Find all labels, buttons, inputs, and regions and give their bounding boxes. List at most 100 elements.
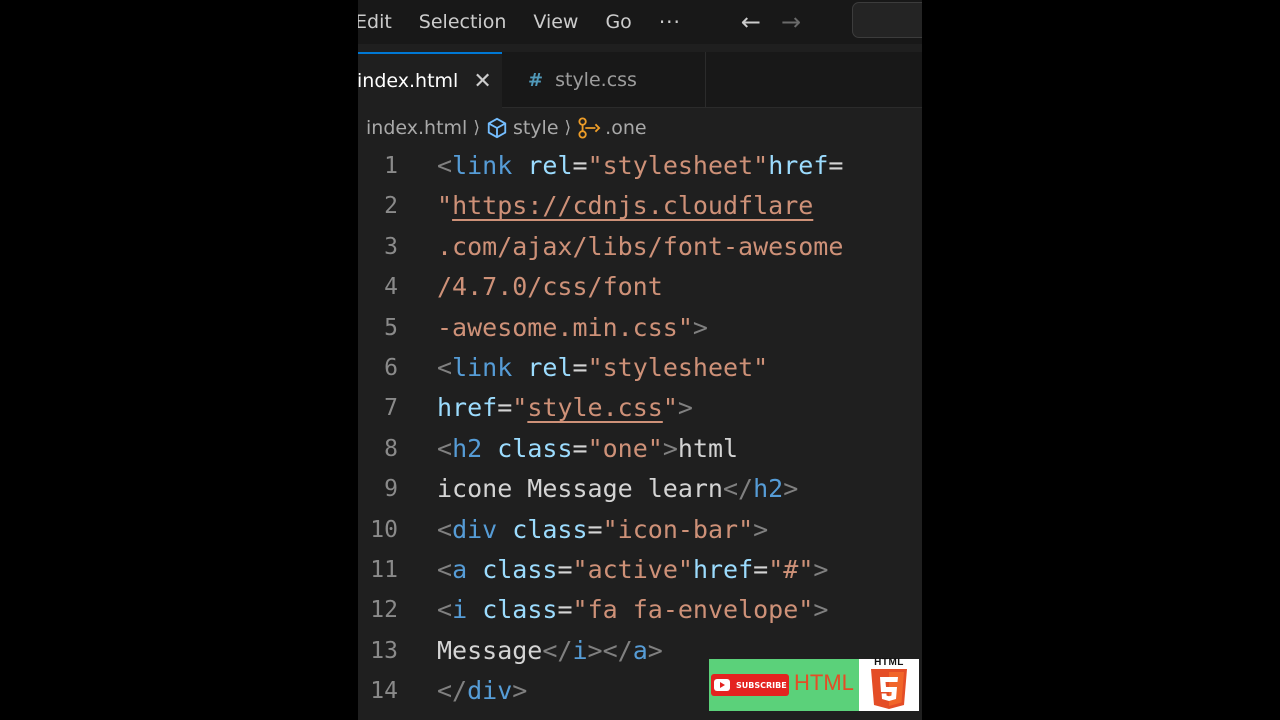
code-token: "fa fa-envelope" bbox=[572, 595, 814, 625]
code-token: > bbox=[512, 676, 528, 706]
code-token: "active" bbox=[572, 554, 693, 584]
code-token: < bbox=[437, 595, 453, 625]
breadcrumb-symbol[interactable]: style bbox=[513, 117, 559, 139]
close-icon[interactable]: ✕ bbox=[473, 69, 491, 94]
code-text[interactable]: .com/ajax/libs/font-awesome bbox=[437, 227, 843, 267]
code-line[interactable]: 7 href="style.css"> bbox=[358, 388, 922, 428]
subscribe-badge: SUBSCRIBE HTML HTML bbox=[709, 657, 919, 711]
code-token: > bbox=[783, 474, 799, 504]
code-token: href bbox=[692, 554, 754, 584]
code-text[interactable]: <link rel="stylesheet"href= bbox=[437, 146, 843, 186]
subscribe-button[interactable]: SUBSCRIBE bbox=[711, 674, 789, 696]
line-number: 5 bbox=[384, 314, 398, 341]
code-line[interactable]: 6 <link rel="stylesheet" bbox=[358, 348, 922, 388]
breadcrumb-selector[interactable]: .one bbox=[605, 117, 646, 139]
vscode-editor-window: Edit Selection View Go ··· ← → index.htm… bbox=[358, 0, 922, 720]
code-text[interactable]: /4.7.0/css/font bbox=[437, 267, 663, 307]
arrow-right-icon[interactable]: → bbox=[781, 8, 801, 36]
code-token: > bbox=[813, 554, 829, 584]
code-token: class bbox=[512, 514, 588, 544]
line-number: 8 bbox=[384, 435, 398, 462]
code-text[interactable]: <link rel="stylesheet" bbox=[437, 348, 768, 388]
breadcrumb-file[interactable]: index.html bbox=[366, 117, 467, 139]
code-token: = bbox=[753, 554, 769, 584]
code-token: href bbox=[768, 151, 829, 180]
code-token: link bbox=[452, 352, 513, 382]
code-line[interactable]: 2 "https://cdnjs.cloudflare bbox=[358, 186, 922, 226]
line-number: 3 bbox=[384, 233, 398, 260]
code-token: rel bbox=[527, 151, 573, 180]
code-token: style.css bbox=[527, 393, 663, 423]
arrow-left-icon[interactable]: ← bbox=[741, 8, 761, 36]
code-token: </ bbox=[437, 676, 468, 706]
code-token: > bbox=[662, 433, 678, 463]
code-text[interactable]: <div class="icon-bar"> bbox=[437, 510, 768, 550]
code-token: < bbox=[437, 433, 453, 463]
line-number: 12 bbox=[370, 597, 398, 624]
code-token: = bbox=[572, 433, 588, 463]
code-token: "icon-bar" bbox=[602, 514, 754, 544]
code-line[interactable]: 3 .com/ajax/libs/font-awesome bbox=[358, 227, 922, 267]
editor-tab-bar: index.html ✕ # style.css bbox=[358, 52, 922, 108]
code-token: i bbox=[572, 635, 588, 665]
line-number: 9 bbox=[384, 476, 398, 503]
menu-edit[interactable]: Edit bbox=[358, 11, 392, 33]
code-text[interactable]: href="style.css"> bbox=[437, 388, 693, 428]
menu-more-button[interactable]: ··· bbox=[659, 10, 681, 34]
command-center-search[interactable] bbox=[852, 2, 922, 38]
line-number: 13 bbox=[370, 637, 398, 664]
code-token: rel bbox=[527, 352, 573, 382]
code-text[interactable]: Message</i></a> bbox=[437, 631, 663, 671]
code-token: html bbox=[677, 433, 739, 463]
selector-icon bbox=[578, 117, 601, 139]
tab-index-html[interactable]: index.html ✕ bbox=[358, 52, 502, 108]
code-token: = bbox=[828, 151, 844, 180]
code-token: class bbox=[482, 554, 558, 584]
code-text[interactable]: icone Message learn</h2> bbox=[437, 469, 798, 509]
tab-label: index.html bbox=[358, 70, 459, 92]
code-token: > bbox=[677, 393, 693, 423]
code-line[interactable]: 12 <i class="fa fa-envelope"> bbox=[358, 590, 922, 630]
code-line[interactable]: 5 -awesome.min.css"> bbox=[358, 308, 922, 348]
breadcrumb: index.html ⟩ style ⟩ .one bbox=[366, 112, 647, 144]
tab-style-css[interactable]: # style.css bbox=[504, 52, 706, 108]
code-token: < bbox=[437, 514, 453, 544]
youtube-icon bbox=[714, 679, 730, 691]
menu-selection[interactable]: Selection bbox=[419, 11, 507, 33]
code-text[interactable]: <a class="active"href="#"> bbox=[437, 550, 828, 590]
code-line[interactable]: 4/4.7.0/css/font bbox=[358, 267, 922, 307]
code-token: /4.7.0/css/font bbox=[437, 272, 663, 302]
code-text[interactable]: <h2 class="one">html bbox=[437, 429, 738, 469]
code-token: ></ bbox=[587, 635, 633, 665]
code-text[interactable]: <i class="fa fa-envelope"> bbox=[437, 590, 828, 630]
line-number: 7 bbox=[384, 395, 398, 422]
html5-logo-word: HTML bbox=[874, 657, 904, 668]
code-text[interactable]: -awesome.min.css"> bbox=[437, 308, 708, 348]
code-token: .com/ajax/libs/font-awesome bbox=[437, 231, 844, 261]
code-area[interactable]: 1 <link rel="stylesheet"href= 2 "https://cd… bbox=[358, 146, 922, 711]
code-line[interactable]: 11 <a class="active"href="#"> bbox=[358, 550, 922, 590]
subscribe-label: SUBSCRIBE bbox=[736, 680, 787, 690]
code-token: </ bbox=[542, 635, 573, 665]
code-token: > bbox=[692, 312, 708, 342]
code-text[interactable]: "https://cdnjs.cloudflare bbox=[437, 186, 813, 226]
code-token: " bbox=[662, 393, 678, 423]
line-number: 11 bbox=[370, 556, 398, 583]
code-token: a bbox=[632, 635, 648, 665]
chevron-right-icon: ⟩ bbox=[564, 118, 572, 138]
code-token: > bbox=[753, 514, 769, 544]
code-line[interactable]: 10 <div class="icon-bar"> bbox=[358, 510, 922, 550]
menu-go[interactable]: Go bbox=[605, 11, 631, 33]
code-token: < bbox=[437, 352, 453, 382]
badge-html-text: HTML bbox=[794, 670, 854, 695]
code-line[interactable]: 8 <h2 class="one">html bbox=[358, 429, 922, 469]
menu-view[interactable]: View bbox=[533, 11, 578, 33]
code-line[interactable]: 9 icone Message learn</h2> bbox=[358, 469, 922, 509]
line-number: 14 bbox=[370, 678, 398, 705]
code-line[interactable]: 1 <link rel="stylesheet"href= bbox=[358, 146, 922, 186]
code-text[interactable]: </div> bbox=[437, 671, 527, 711]
code-token: Message bbox=[437, 635, 543, 665]
css-file-icon: # bbox=[528, 69, 544, 91]
